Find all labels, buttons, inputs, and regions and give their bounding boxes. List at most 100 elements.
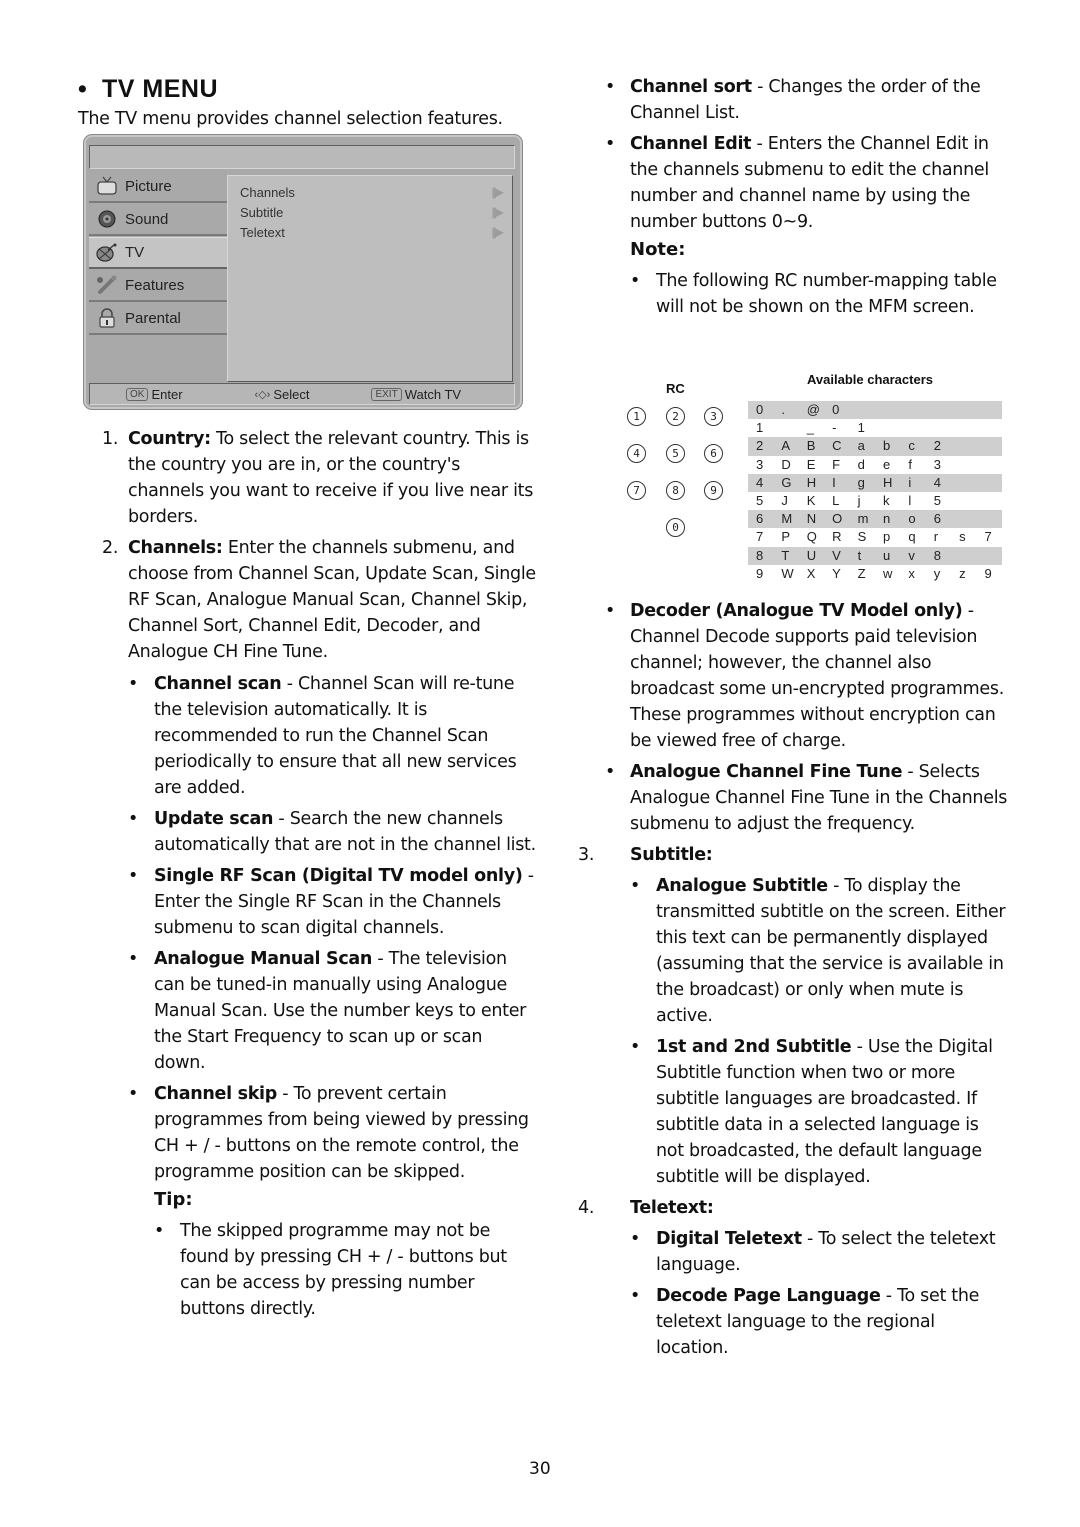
bullet-decode-page-language: • Decode Page Language - To set the tele…	[630, 1286, 980, 1358]
char-table-cell: 8	[748, 546, 774, 565]
note-item: • The following RC number-mapping table …	[630, 271, 997, 317]
right-column: • Channel sort - Changes the order of th…	[605, 72, 1010, 320]
char-table-cell	[951, 473, 977, 492]
char-table-cell: 2	[748, 437, 774, 456]
char-table-cell: 5	[933, 493, 941, 509]
osd-hint-exit: EXIT Watch TV	[371, 387, 461, 402]
char-table-cell: y	[933, 565, 941, 581]
char-table-cell	[951, 401, 977, 420]
char-table-cell: t	[849, 546, 875, 565]
note-heading: Note:	[630, 239, 686, 260]
char-table-cell: x	[908, 565, 915, 581]
char-table-cell: S	[857, 529, 867, 545]
char-table-cell: o	[900, 510, 926, 529]
rc-button-8: 8	[666, 481, 685, 500]
char-table-cell: u	[874, 546, 901, 565]
char-table-cell: M	[773, 510, 799, 529]
osd-menu-item-features[interactable]: Features	[89, 270, 227, 302]
tv-osd-menu: Picture Sound TV Features Parental Chann…	[83, 134, 523, 410]
osd-submenu-subtitle[interactable]: Subtitle |||▶	[228, 202, 512, 222]
rc-button-1: 1	[627, 407, 646, 426]
char-table-cell: 7	[756, 529, 764, 545]
bullet-channel-scan: • Channel scan - Channel Scan will re-tu…	[128, 674, 517, 798]
char-table-cell: I	[824, 473, 850, 492]
char-table-row: 5 J KLj k l 5	[748, 492, 1002, 510]
char-table-cell: 3	[933, 456, 941, 472]
char-table-cell: j	[857, 493, 861, 509]
char-table-cell: F	[832, 456, 841, 472]
osd-menu-item-sound[interactable]: Sound	[89, 204, 227, 236]
char-table-cell	[900, 401, 926, 420]
char-table-cell: B	[798, 437, 825, 456]
osd-hint-enter: OK Enter	[126, 387, 183, 402]
available-characters-title: Available characters	[807, 372, 933, 387]
bullet-channel-edit: • Channel Edit - Enters the Channel Edit…	[605, 134, 989, 232]
char-table-cell: 9	[984, 565, 992, 581]
tip-heading: Tip:	[154, 1189, 193, 1210]
speaker-icon	[95, 208, 119, 230]
char-table-cell: Z	[857, 565, 866, 581]
rc-button-7: 7	[627, 481, 646, 500]
char-table-cell: Y	[832, 565, 841, 581]
char-table-cell: 6	[925, 510, 952, 529]
char-table-cell: G	[773, 473, 799, 492]
char-table-row: 4GHIgHi4	[748, 473, 1002, 492]
char-table-cell: a	[849, 437, 875, 456]
char-table-cell	[976, 473, 1002, 492]
char-table-cell: A	[773, 437, 799, 456]
char-table-cell: -	[832, 420, 837, 436]
bullet-analogue-subtitle: • Analogue Subtitle - To display the tra…	[630, 876, 1006, 1026]
char-table-cell: d	[857, 456, 865, 472]
char-table-cell	[976, 510, 1002, 529]
chevron-right-icon: |||▶	[491, 225, 504, 239]
section-title: • TV MENU	[78, 75, 218, 103]
page-number: 30	[529, 1459, 551, 1479]
char-table-row: 2ABCabc2	[748, 437, 1002, 456]
satellite-icon	[95, 242, 119, 264]
osd-submenu-teletext[interactable]: Teletext |||▶	[228, 222, 512, 242]
numbered-item-teletext: 4. Teletext:	[578, 1198, 714, 1218]
numbered-item-subtitle: 3. Subtitle:	[578, 845, 713, 865]
char-table-cell: E	[806, 456, 816, 472]
osd-menu-item-tv[interactable]: TV	[89, 237, 229, 269]
tip-item: • The skipped programme may not be found…	[154, 1221, 507, 1319]
char-table-row: 3 DEFd e f 3	[748, 456, 1002, 474]
navigation-arrows-icon: ‹◇›	[254, 388, 271, 401]
bullet-analogue-fine-tune: • Analogue Channel Fine Tune - Selects A…	[605, 762, 1008, 834]
char-table-cell: g	[849, 473, 875, 492]
osd-menu-item-picture[interactable]: Picture	[89, 171, 227, 203]
wrench-icon	[95, 274, 119, 296]
osd-footer: OK Enter ‹◇› Select EXIT Watch TV	[89, 383, 515, 405]
char-table-cell: C	[824, 437, 850, 456]
rc-label: RC	[666, 381, 685, 396]
char-table-cell: 1	[756, 420, 764, 436]
char-table-cell	[874, 401, 901, 420]
char-table-cell: V	[824, 546, 850, 565]
char-table-cell: 0	[824, 401, 850, 420]
rc-button-3: 3	[704, 407, 723, 426]
char-table-cell: w	[882, 565, 893, 581]
char-table-cell: b	[874, 437, 901, 456]
char-table-row: 9 WXYZwx y z 9	[748, 565, 1002, 583]
char-table-cell: l	[908, 493, 912, 509]
char-table-cell	[976, 401, 1002, 420]
rc-button-9: 9	[704, 481, 723, 500]
char-table-cell: 2	[925, 437, 952, 456]
osd-menu-item-parental[interactable]: Parental	[89, 303, 227, 335]
char-table-cell	[951, 437, 977, 456]
char-table-cell	[977, 419, 1002, 437]
char-table-cell: T	[773, 546, 799, 565]
char-table-cell	[925, 401, 952, 420]
char-table-cell: K	[806, 493, 816, 509]
char-table-cell	[977, 492, 1002, 510]
char-table-cell: 8	[925, 546, 952, 565]
char-table-cell: 6	[748, 510, 774, 529]
osd-submenu-channels[interactable]: Channels |||▶	[228, 182, 512, 202]
char-table-cell	[773, 419, 798, 437]
bullet-1st-2nd-subtitle: • 1st and 2nd Subtitle - Use the Digital…	[630, 1037, 993, 1187]
rc-button-6: 6	[704, 444, 723, 463]
char-table-cell: X	[806, 565, 816, 581]
bullet-channel-skip: • Channel skip - To prevent certain prog…	[128, 1084, 529, 1182]
ok-key-icon: OK	[126, 387, 149, 401]
section-intro: The TV menu provides channel selection f…	[78, 109, 503, 129]
